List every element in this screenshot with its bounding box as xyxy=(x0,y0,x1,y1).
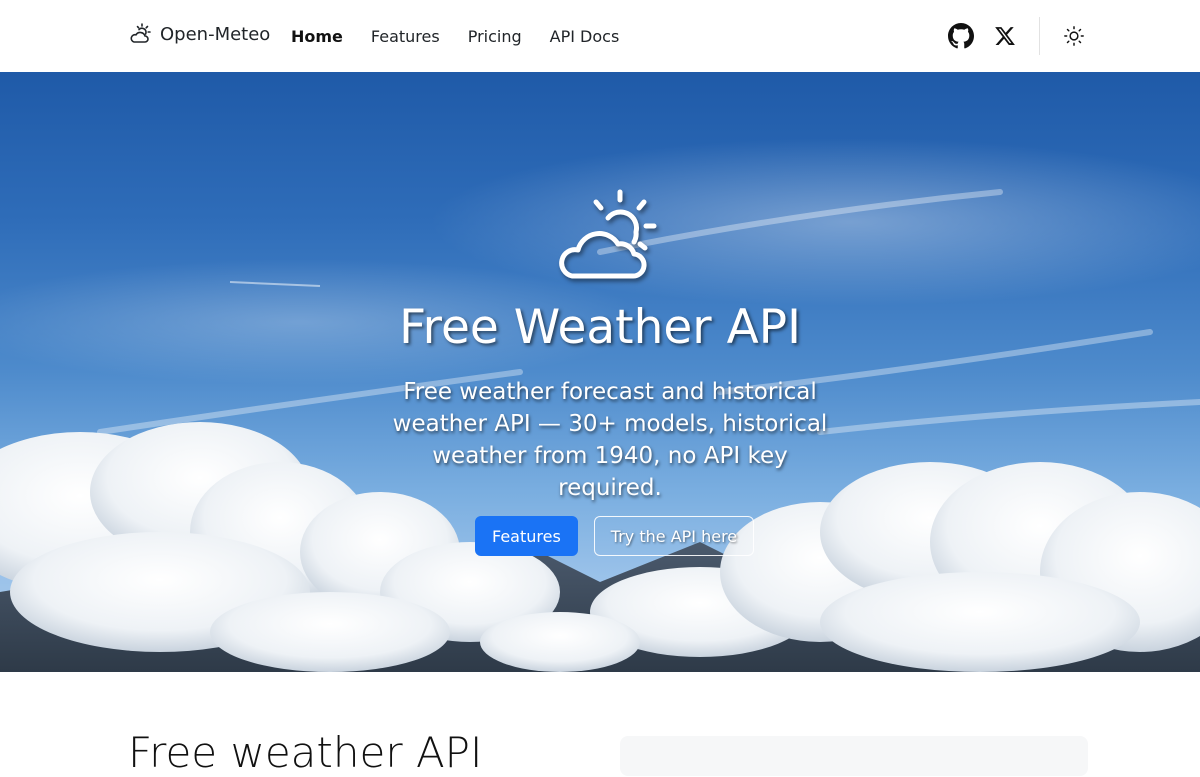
brand-name: Open-Meteo xyxy=(160,23,271,45)
nav-divider xyxy=(1039,17,1040,55)
section-title: Free weather API xyxy=(128,728,483,777)
sun-theme-icon[interactable] xyxy=(1060,22,1088,50)
nav-link-pricing[interactable]: Pricing xyxy=(468,27,522,46)
hero-subtitle: Free weather forecast and historical wea… xyxy=(392,379,828,501)
nav-link-features[interactable]: Features xyxy=(371,27,440,46)
x-icon[interactable] xyxy=(991,22,1019,50)
top-navbar: Open-Meteo Home Features Pricing API Doc… xyxy=(0,0,1200,72)
nav-link-home[interactable]: Home xyxy=(291,27,343,46)
nav-right-actions xyxy=(947,0,1088,72)
hero-banner: Free Weather API Free weather forecast a… xyxy=(0,72,1200,672)
nav-links: Home Features Pricing API Docs xyxy=(291,0,647,72)
hero-content: Free Weather API Free weather forecast a… xyxy=(0,72,1200,672)
hero-buttons: Features Try the API here xyxy=(475,516,755,556)
nav-link-api-docs[interactable]: API Docs xyxy=(550,27,620,46)
cloud-sun-logo-icon xyxy=(128,22,152,46)
hero-title: Free Weather API xyxy=(399,300,801,355)
github-icon[interactable] xyxy=(947,22,975,50)
brand-link[interactable]: Open-Meteo xyxy=(128,22,270,46)
features-button[interactable]: Features xyxy=(475,516,578,556)
cloud-sun-icon xyxy=(556,188,658,286)
code-example-card xyxy=(620,736,1088,776)
try-api-button[interactable]: Try the API here xyxy=(593,516,755,556)
